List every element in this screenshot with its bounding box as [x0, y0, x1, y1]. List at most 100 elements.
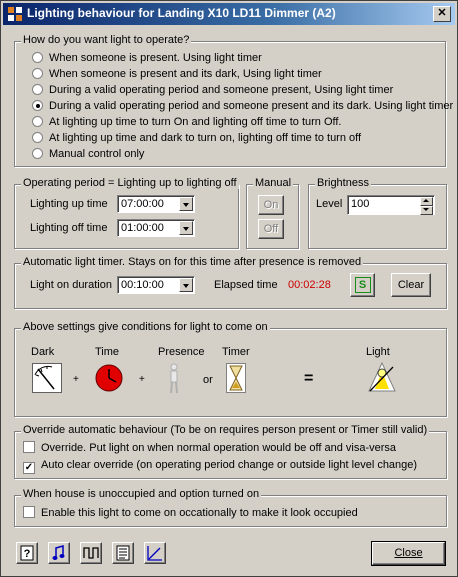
override-legend: Override automatic behaviour (To be on r…: [21, 424, 430, 436]
operate-option-7[interactable]: Manual control only: [32, 147, 144, 161]
operate-option-label: Manual control only: [49, 148, 145, 160]
autoclear-label: Auto clear override (on operating period…: [41, 459, 418, 471]
radio-icon: [32, 132, 43, 143]
help-button[interactable]: ?: [16, 542, 38, 564]
time-label: Time: [95, 346, 120, 358]
unoccupied-legend: When house is unoccupied and option turn…: [21, 488, 262, 500]
unoccupied-checkbox[interactable]: Enable this light to come on occationall…: [23, 506, 358, 520]
unoccupied-label: Enable this light to come on occationall…: [41, 507, 358, 519]
unoccupied-group: When house is unoccupied and option turn…: [14, 488, 447, 527]
radio-icon: [32, 148, 43, 159]
lighting-up-label: Lighting up time: [30, 198, 108, 210]
operate-option-6[interactable]: At lighting up time and dark to turn on,…: [32, 131, 361, 145]
hourglass-icon: [226, 363, 246, 393]
level-spinbox[interactable]: 100: [347, 195, 435, 215]
person-icon: [170, 363, 178, 394]
sound-button[interactable]: [48, 542, 70, 564]
dropdown-arrow-icon[interactable]: [179, 221, 193, 235]
dropdown-arrow-icon[interactable]: [179, 278, 193, 292]
svg-text:?: ?: [24, 548, 31, 560]
lighting-up-select[interactable]: 07:00:00: [117, 195, 195, 213]
manual-legend: Manual: [253, 177, 294, 189]
light-bulb-icon: [368, 361, 396, 392]
help-icon: ?: [20, 545, 34, 561]
override-checkbox[interactable]: Override. Put light on when normal opera…: [23, 441, 396, 455]
pulse-button[interactable]: [80, 542, 102, 564]
radio-selected-icon: [32, 100, 43, 111]
conditions-legend: Above settings give conditions for light…: [21, 321, 270, 333]
close-window-button[interactable]: ✕: [433, 6, 451, 22]
operate-option-5[interactable]: At lighting up time to turn On and light…: [32, 115, 341, 129]
checkbox-checked-icon: ✓: [23, 462, 35, 474]
dark-label: Dark: [31, 346, 55, 358]
operate-option-label: At lighting up time to turn On and light…: [49, 116, 342, 128]
elapsed-value: 00:02:28: [288, 279, 331, 291]
timer-label: Timer: [222, 346, 250, 358]
manual-on-button[interactable]: On: [258, 195, 284, 215]
equals-sign: =: [304, 370, 314, 387]
operating-period-legend: Operating period = Lighting up to lighti…: [21, 177, 239, 189]
plus-sign: +: [73, 374, 79, 385]
clear-button[interactable]: Clear: [391, 273, 431, 297]
list-icon: [116, 545, 130, 561]
dark-meter-icon: [32, 363, 62, 393]
close-button[interactable]: Close: [371, 541, 446, 566]
close-label: Close: [394, 547, 423, 559]
radio-icon: [32, 84, 43, 95]
operate-option-3[interactable]: During a valid operating period and some…: [32, 83, 393, 97]
operate-group: How do you want light to operate? When s…: [14, 34, 453, 167]
operate-option-label: When someone is present. Using light tim…: [49, 52, 262, 64]
checkbox-icon: [23, 506, 35, 518]
operate-legend: How do you want light to operate?: [21, 34, 192, 46]
window-title: Lighting behaviour for Landing X10 LD11 …: [27, 6, 336, 20]
brightness-legend: Brightness: [315, 177, 371, 189]
duration-select[interactable]: 00:10:00: [117, 276, 195, 294]
lighting-off-value: 01:00:00: [121, 222, 164, 234]
s-button[interactable]: S: [350, 273, 375, 297]
plus-sign: +: [139, 374, 145, 385]
square-wave-icon: [83, 547, 99, 559]
clear-label: Clear: [397, 279, 425, 291]
app-icon: [8, 7, 22, 21]
manual-off-button[interactable]: Off: [258, 219, 284, 239]
radio-icon: [32, 116, 43, 127]
level-label: Level: [316, 198, 343, 210]
manual-off-label: Off: [263, 223, 279, 235]
operating-period-group: Operating period = Lighting up to lighti…: [14, 177, 239, 249]
operate-option-2[interactable]: When someone is present and its dark, Us…: [32, 67, 322, 81]
autoclear-checkbox[interactable]: ✓ Auto clear override (on operating perio…: [23, 458, 418, 474]
clock-icon: [95, 364, 123, 392]
log-button[interactable]: [112, 542, 134, 564]
dropdown-arrow-icon[interactable]: [179, 197, 193, 211]
s-button-icon: S: [354, 277, 371, 293]
operate-option-4[interactable]: During a valid operating period and some…: [32, 99, 453, 113]
music-note-icon: [52, 545, 65, 560]
radio-icon: [32, 52, 43, 63]
timer-group: Automatic light timer. Stays on for this…: [14, 256, 447, 309]
title-bar[interactable]: Lighting behaviour for Landing X10 LD11 …: [3, 3, 455, 25]
checkbox-icon: [23, 441, 35, 453]
brightness-group: Brightness Level 100: [308, 177, 447, 249]
or-label: or: [203, 374, 213, 386]
light-label: Light: [366, 346, 390, 358]
duration-value: 00:10:00: [121, 279, 164, 291]
spin-buttons[interactable]: [420, 197, 433, 215]
spin-up-icon[interactable]: [420, 197, 433, 206]
spin-down-icon[interactable]: [420, 206, 433, 215]
graph-button[interactable]: [144, 542, 166, 564]
lighting-up-value: 07:00:00: [121, 198, 164, 210]
presence-label: Presence: [158, 346, 205, 358]
graph-icon: [147, 546, 162, 561]
operate-option-label: During a valid operating period and some…: [49, 84, 394, 96]
elapsed-label: Elapsed time: [214, 279, 278, 291]
operate-option-1[interactable]: When someone is present. Using light tim…: [32, 51, 262, 65]
manual-group: Manual On Off: [246, 177, 299, 249]
duration-label: Light on duration: [30, 279, 112, 291]
override-group: Override automatic behaviour (To be on r…: [14, 424, 447, 479]
lighting-off-select[interactable]: 01:00:00: [117, 219, 195, 237]
dialog-window: Lighting behaviour for Landing X10 LD11 …: [0, 0, 458, 577]
level-value: 100: [351, 198, 370, 210]
override-label: Override. Put light on when normal opera…: [41, 442, 397, 454]
operate-option-label: When someone is present and its dark, Us…: [49, 68, 322, 80]
conditions-group: Above settings give conditions for light…: [14, 321, 447, 417]
